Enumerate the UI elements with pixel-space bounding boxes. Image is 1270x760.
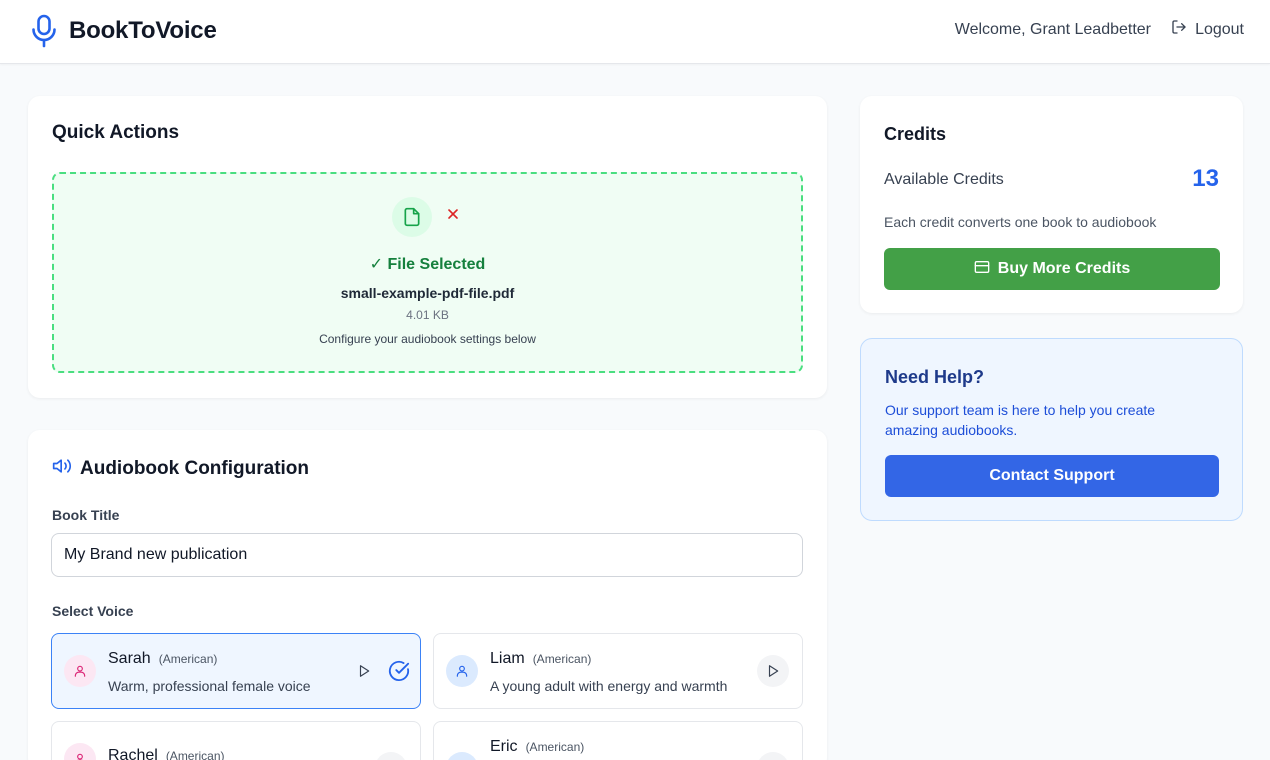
voice-option-liam[interactable]: Liam (American) A young adult with energy… bbox=[433, 633, 803, 709]
buy-credits-button[interactable]: Buy More Credits bbox=[884, 248, 1220, 290]
audiobook-config-card: Audiobook Configuration Book Title Selec… bbox=[28, 430, 827, 760]
voice-option-sarah[interactable]: Sarah (American) Warm, professional femal… bbox=[51, 633, 421, 709]
available-credits-count: 13 bbox=[1192, 165, 1219, 192]
play-preview-button[interactable] bbox=[757, 655, 789, 687]
remove-file-button[interactable] bbox=[445, 206, 461, 222]
credits-title: Credits bbox=[884, 124, 947, 144]
voice-name: Sarah (American) bbox=[108, 650, 217, 668]
voice-description: A young adult with energy and warmth bbox=[490, 678, 728, 694]
play-preview-button[interactable] bbox=[375, 752, 407, 760]
voice-accent: (American) bbox=[158, 652, 218, 666]
available-credits-label: Available Credits bbox=[884, 171, 1004, 188]
help-title: Need Help? bbox=[885, 367, 985, 387]
book-title-label: Book Title bbox=[52, 507, 120, 523]
logout-icon bbox=[1171, 19, 1195, 40]
voice-accent: (American) bbox=[525, 740, 585, 754]
microphone-icon bbox=[31, 14, 57, 48]
play-icon bbox=[359, 665, 370, 677]
config-header: Audiobook Configuration bbox=[52, 456, 309, 481]
play-preview-button[interactable] bbox=[348, 655, 380, 687]
logout-button[interactable]: Logout bbox=[1171, 19, 1244, 40]
user-icon bbox=[446, 655, 478, 687]
credits-card: Credits Available Credits 13 Each credit… bbox=[860, 96, 1243, 313]
user-icon bbox=[446, 752, 478, 760]
brand-name: BookToVoice bbox=[69, 17, 217, 44]
credit-card-icon bbox=[974, 260, 998, 279]
file-note: Configure your audiobook settings below bbox=[319, 332, 536, 346]
select-voice-label: Select Voice bbox=[52, 603, 134, 619]
top-navbar: BookToVoice Welcome, Grant Leadbetter Lo… bbox=[0, 0, 1270, 64]
file-dropzone[interactable]: ✓ File Selected small-example-pdf-file.p… bbox=[52, 172, 803, 373]
voice-option-rachel[interactable]: Rachel (American) bbox=[51, 721, 421, 760]
help-card: Need Help? Our support team is here to h… bbox=[860, 338, 1243, 521]
contact-support-button[interactable]: Contact Support bbox=[885, 455, 1219, 497]
file-name: small-example-pdf-file.pdf bbox=[340, 285, 515, 301]
book-title-input[interactable] bbox=[51, 533, 803, 577]
voice-name-text: Sarah bbox=[108, 650, 151, 667]
close-icon bbox=[448, 209, 458, 219]
voice-name: Eric (American) bbox=[490, 738, 584, 756]
voice-name: Rachel (American) bbox=[108, 747, 225, 760]
credit-note: Each credit converts one book to audiobo… bbox=[884, 214, 1157, 230]
voice-option-eric[interactable]: Eric (American) bbox=[433, 721, 803, 760]
voice-accent: (American) bbox=[165, 749, 225, 760]
volume-icon bbox=[52, 456, 80, 481]
selected-check-icon bbox=[387, 659, 411, 683]
brand[interactable]: BookToVoice bbox=[31, 14, 217, 48]
user-icon bbox=[64, 743, 96, 760]
play-preview-button[interactable] bbox=[757, 752, 789, 760]
voice-name-text: Rachel bbox=[108, 747, 158, 760]
config-title: Audiobook Configuration bbox=[80, 457, 310, 479]
quick-actions-title: Quick Actions bbox=[52, 122, 180, 143]
voice-description: Warm, professional female voice bbox=[108, 678, 311, 694]
voice-name-text: Eric bbox=[490, 738, 518, 755]
file-size: 4.01 KB bbox=[406, 308, 449, 322]
user-icon bbox=[64, 655, 96, 687]
welcome-text: Welcome, Grant Leadbetter bbox=[954, 21, 1151, 38]
logout-label: Logout bbox=[1195, 20, 1244, 38]
quick-actions-card: Quick Actions ✓ File Selected small-exam… bbox=[28, 96, 827, 398]
voice-name-text: Liam bbox=[490, 650, 525, 667]
help-text: Our support team is here to help you cre… bbox=[885, 402, 1156, 438]
buy-credits-label: Buy More Credits bbox=[997, 260, 1131, 277]
voice-accent: (American) bbox=[532, 652, 592, 666]
voice-name: Liam (American) bbox=[490, 650, 591, 668]
play-icon bbox=[768, 665, 779, 677]
file-icon bbox=[392, 197, 432, 237]
file-selected-status: ✓ File Selected bbox=[369, 256, 486, 273]
